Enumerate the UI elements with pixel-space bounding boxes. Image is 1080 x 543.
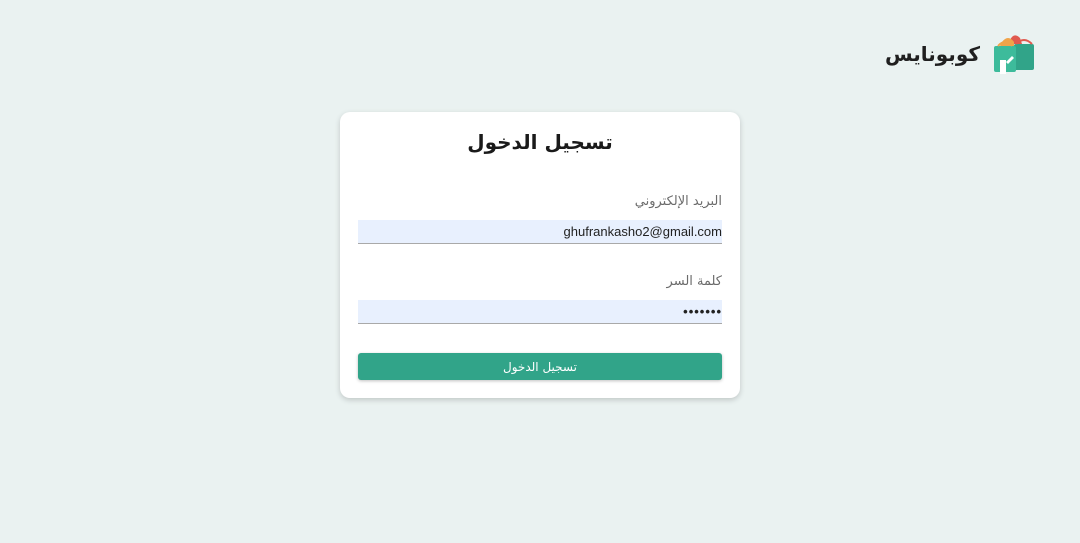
brand-header[interactable]: كوبونايس xyxy=(885,32,1036,76)
email-field[interactable]: ghufrankasho2@gmail.com xyxy=(358,220,722,244)
brand-name: كوبونايس xyxy=(884,42,980,66)
login-card: تسجيل الدخول البريد الإلكتروني ghufranka… xyxy=(340,112,740,398)
password-field[interactable]: ••••••• xyxy=(358,300,722,324)
shopping-bags-logo-icon xyxy=(990,32,1036,76)
login-title: تسجيل الدخول xyxy=(467,130,613,154)
email-label: البريد الإلكتروني xyxy=(634,194,722,209)
login-submit-button[interactable]: تسجيل الدخول xyxy=(358,353,722,380)
password-label: كلمة السر xyxy=(666,274,722,289)
